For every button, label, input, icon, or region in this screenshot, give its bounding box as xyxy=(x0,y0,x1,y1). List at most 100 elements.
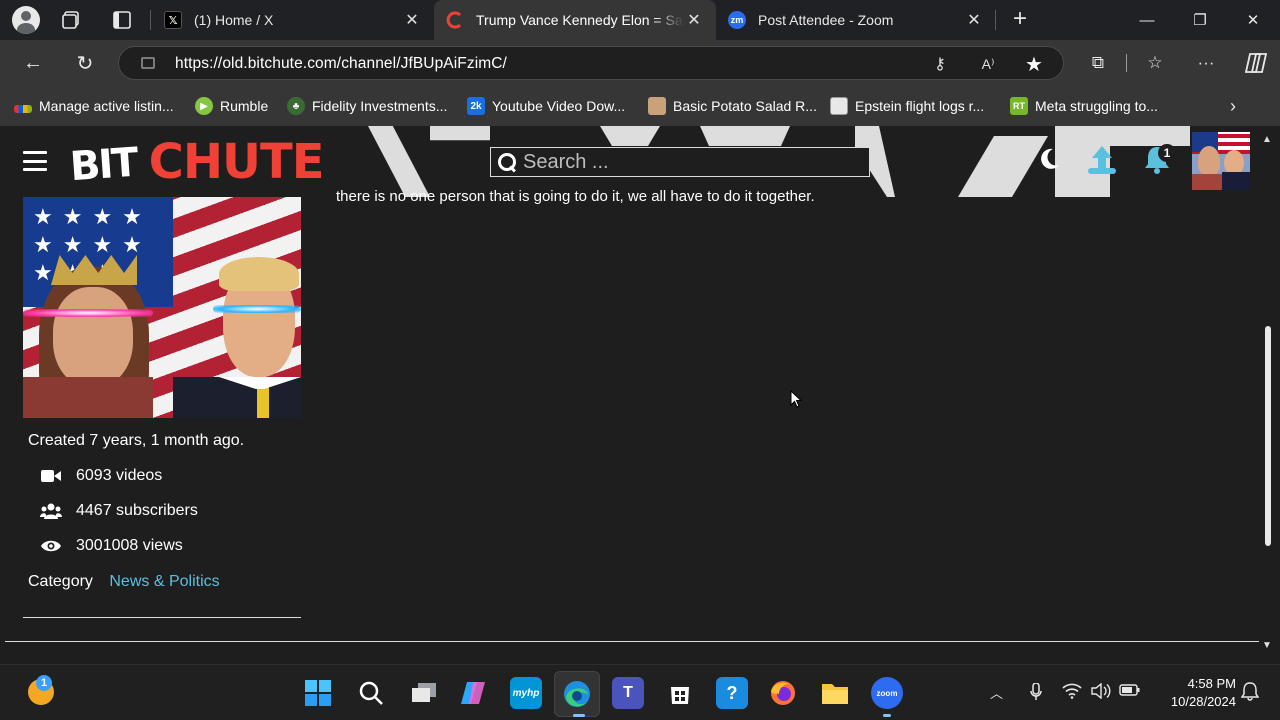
bookmark-label: Youtube Video Dow... xyxy=(492,98,626,114)
task-view-icon[interactable] xyxy=(408,677,440,709)
bookmark-item[interactable]: Basic Potato Salad R... xyxy=(648,96,817,116)
user-avatar[interactable] xyxy=(1192,132,1250,190)
close-window-button[interactable]: ✕ xyxy=(1226,0,1280,40)
myhp-icon[interactable]: myhp xyxy=(510,677,542,709)
copilot-icon[interactable] xyxy=(1243,52,1269,74)
file-explorer-icon[interactable] xyxy=(819,677,851,709)
tab-x-home[interactable]: 𝕏 (1) Home / X ✕ xyxy=(152,0,434,40)
bookmark-item[interactable]: Manage active listin... xyxy=(14,96,174,116)
ebay-icon xyxy=(14,105,32,113)
search-icon xyxy=(497,152,517,172)
bookmark-item[interactable]: RT Meta struggling to... xyxy=(1010,96,1158,116)
profile-icon[interactable] xyxy=(12,6,40,34)
rumble-icon: ▶ xyxy=(195,97,213,115)
banner-decoration xyxy=(600,126,660,146)
mouse-cursor-icon xyxy=(790,390,802,408)
2k-icon: 2k xyxy=(467,97,485,115)
battery-icon[interactable] xyxy=(1119,683,1141,700)
tab-zoom[interactable]: zm Post Attendee - Zoom ✕ xyxy=(716,0,996,40)
new-tab-button[interactable]: + xyxy=(1008,7,1032,32)
windows-start-icon[interactable] xyxy=(302,677,334,709)
system-clock[interactable]: 4:58 PM 10/28/2024 xyxy=(1152,675,1236,711)
site-header: BIT CHUTE Search ... 1 xyxy=(0,126,1259,197)
close-tab-icon[interactable]: ✕ xyxy=(964,10,984,30)
bookmark-item[interactable]: ▶ Rumble xyxy=(195,96,268,116)
bookmark-label: Epstein flight logs r... xyxy=(855,98,985,114)
back-button[interactable]: ← xyxy=(20,50,46,76)
tips-icon[interactable]: ? xyxy=(716,677,748,709)
channel-description-text: there is no one person that is going to … xyxy=(336,188,815,205)
address-bar[interactable]: https://old.bitchute.com/channel/JfBUpAi… xyxy=(118,46,1064,80)
bookmark-item[interactable]: Epstein flight logs r... xyxy=(830,96,984,116)
workspaces-icon[interactable] xyxy=(60,8,84,32)
favorite-star-icon[interactable]: ★ xyxy=(1023,53,1045,76)
wifi-icon[interactable] xyxy=(1062,683,1082,702)
firefox-icon[interactable] xyxy=(767,677,799,709)
bookmark-label: Meta struggling to... xyxy=(1035,98,1158,114)
subscriber-count: 4467 subscribers xyxy=(40,500,198,522)
tab-bitchute-channel[interactable]: Trump Vance Kennedy Elon = Sav ✕ xyxy=(434,0,716,40)
chevron-up-icon[interactable]: ︿ xyxy=(990,683,1003,702)
web-page: BIT CHUTE Search ... 1 there is no one p… xyxy=(0,126,1259,646)
teams-icon[interactable]: T xyxy=(612,677,644,709)
search-icon[interactable] xyxy=(355,677,387,709)
restore-button[interactable]: ❐ xyxy=(1173,0,1227,40)
running-app-indicator xyxy=(883,714,891,717)
divider xyxy=(5,641,1259,642)
logo-bit-text: BIT xyxy=(68,139,139,191)
microphone-icon[interactable] xyxy=(1030,682,1042,704)
dark-mode-moon-icon[interactable] xyxy=(1036,146,1062,172)
scroll-up-arrow-icon[interactable]: ▲ xyxy=(1262,134,1272,145)
close-tab-icon[interactable]: ✕ xyxy=(402,10,422,30)
volume-icon[interactable] xyxy=(1091,682,1111,702)
banner-decoration xyxy=(700,126,790,146)
zoom-icon[interactable]: zoom xyxy=(871,677,903,709)
hamburger-menu-icon[interactable] xyxy=(23,151,47,171)
minimize-button[interactable]: — xyxy=(1120,0,1174,40)
clock-time: 4:58 PM xyxy=(1187,676,1236,691)
tab-title: Trump Vance Kennedy Elon = Sav xyxy=(476,12,684,28)
vertical-tabs-icon[interactable] xyxy=(110,8,134,32)
search-input[interactable]: Search ... xyxy=(490,147,870,177)
weather-widget-icon[interactable]: 1 xyxy=(24,675,56,707)
category-link[interactable]: News & Politics xyxy=(109,573,219,590)
copilot-icon[interactable] xyxy=(458,677,490,709)
x-logo-icon: 𝕏 xyxy=(164,11,182,29)
edge-icon[interactable] xyxy=(554,671,600,717)
upload-icon[interactable] xyxy=(1084,142,1120,178)
windows-taskbar: 1 myhp T ? zoom ︿ 4:58 PM 10/28/2024 xyxy=(0,664,1280,720)
more-menu-icon[interactable]: ··· xyxy=(1195,52,1217,74)
bookmark-item[interactable]: ♣ Fidelity Investments... xyxy=(287,96,447,116)
bitchute-logo[interactable]: BIT CHUTE xyxy=(68,134,325,191)
users-icon xyxy=(40,502,62,520)
bookmark-label: Fidelity Investments... xyxy=(312,98,448,114)
read-aloud-icon[interactable]: A⁾ xyxy=(977,53,999,75)
video-camera-icon xyxy=(40,467,62,485)
key-icon[interactable]: ⚷ xyxy=(929,53,951,75)
lock-icon[interactable] xyxy=(141,57,155,69)
rt-icon: RT xyxy=(1010,97,1028,115)
store-icon[interactable] xyxy=(664,677,696,709)
recipe-thumbnail-icon xyxy=(648,97,666,115)
close-tab-icon[interactable]: ✕ xyxy=(684,10,704,30)
url-text[interactable]: https://old.bitchute.com/channel/JfBUpAi… xyxy=(175,55,507,73)
zoom-icon: zm xyxy=(728,11,746,29)
subscriber-count-text: 4467 subscribers xyxy=(76,502,198,519)
bookmark-item[interactable]: 2k Youtube Video Dow... xyxy=(467,96,625,116)
scroll-down-arrow-icon[interactable]: ▼ xyxy=(1262,640,1272,651)
document-icon xyxy=(830,97,848,115)
extensions-icon[interactable]: ⧉ xyxy=(1087,52,1109,74)
tab-separator xyxy=(150,10,151,30)
scrollbar-thumb[interactable] xyxy=(1265,326,1271,546)
view-count-text: 3001008 views xyxy=(76,537,183,554)
view-count: 3001008 views xyxy=(40,535,183,557)
banner-decoration xyxy=(958,136,1048,197)
chevron-right-icon[interactable]: › xyxy=(1230,96,1236,117)
refresh-button[interactable]: ↻ xyxy=(72,50,98,76)
notification-center-icon[interactable] xyxy=(1240,681,1260,704)
favorites-icon[interactable]: ☆ xyxy=(1144,52,1166,74)
fidelity-icon: ♣ xyxy=(287,97,305,115)
bookmark-label: Rumble xyxy=(220,98,269,114)
logo-chute-text: CHUTE xyxy=(148,134,325,190)
notification-count-badge: 1 xyxy=(1158,144,1176,162)
